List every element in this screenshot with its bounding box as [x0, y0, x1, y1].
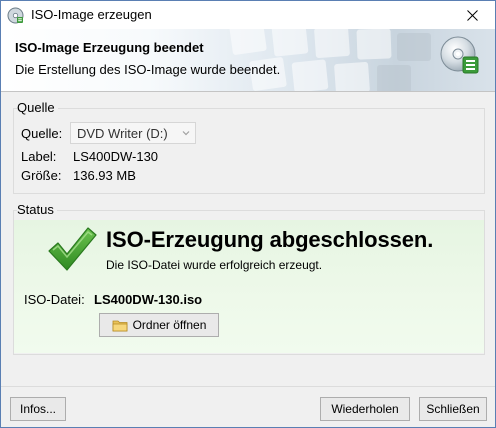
infos-button-label: Infos... [19, 402, 57, 416]
volume-label-label: Label: [21, 149, 57, 164]
close-dialog-button[interactable]: Schließen [419, 397, 487, 421]
disc-icon [440, 36, 479, 74]
size-label: Größe: [21, 168, 62, 183]
dialog-window: ISO-Image erzeugen ISO-Image Erzeugung b… [0, 0, 496, 428]
retry-button[interactable]: Wiederholen [320, 397, 410, 421]
iso-file-label: ISO-Datei: [24, 292, 85, 307]
close-dialog-button-label: Schließen [426, 402, 480, 416]
status-headline: ISO-Erzeugung abgeschlossen. [106, 227, 434, 252]
source-combobox-value: DVD Writer (D:) [77, 126, 168, 141]
source-label: Quelle: [21, 126, 63, 141]
disc-app-icon [7, 7, 24, 24]
header-title: ISO-Image Erzeugung beendet [15, 40, 204, 55]
volume-label-value: LS400DW-130 [73, 149, 159, 164]
source-group-label: Quelle [17, 100, 58, 115]
open-folder-button[interactable]: Ordner öffnen [99, 313, 219, 337]
status-message: Die ISO-Datei wurde erfolgreich erzeugt. [106, 258, 323, 272]
close-icon [466, 9, 478, 21]
status-group-label: Status [17, 202, 57, 217]
footer-separator [1, 386, 495, 387]
chevron-down-icon [182, 131, 190, 136]
window-title: ISO-Image erzeugen [31, 7, 152, 22]
close-button[interactable] [449, 1, 495, 29]
folder-icon [112, 320, 127, 331]
checkmark-icon [48, 227, 97, 271]
banner-background-graphic [229, 29, 431, 91]
header-subtitle: Die Erstellung des ISO-Image wurde beend… [15, 62, 281, 77]
size-value: 136.93 MB [73, 168, 136, 183]
infos-button[interactable]: Infos... [10, 397, 66, 421]
header-banner: ISO-Image Erzeugung beendet Die Erstellu… [1, 29, 495, 91]
iso-file-value: LS400DW-130.iso [94, 292, 203, 307]
retry-button-label: Wiederholen [331, 402, 399, 416]
open-folder-button-label: Ordner öffnen [132, 318, 207, 332]
header-separator [1, 91, 495, 92]
title-bar: ISO-Image erzeugen [1, 1, 495, 29]
source-combobox[interactable]: DVD Writer (D:) [70, 122, 196, 144]
